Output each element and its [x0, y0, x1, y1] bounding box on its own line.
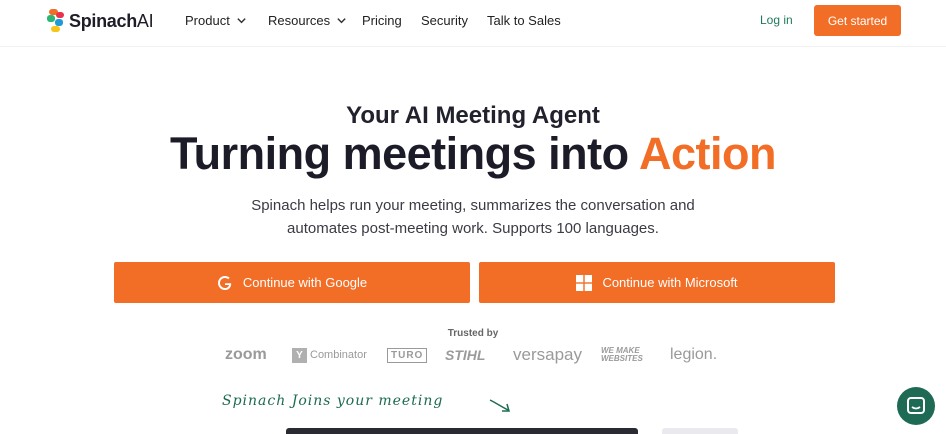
- headline-accent: Action: [638, 128, 777, 179]
- product-preview: [286, 428, 638, 434]
- nav-item-resources[interactable]: Resources: [268, 13, 362, 28]
- chat-icon: [907, 397, 925, 414]
- nav-item-label: Talk to Sales: [487, 13, 561, 28]
- google-button-label: Continue with Google: [242, 275, 368, 290]
- ycombinator-icon: Y: [292, 347, 307, 363]
- product-preview-secondary: [662, 428, 738, 434]
- nav-item-label: Product: [185, 13, 230, 28]
- nav-menu: Product Resources Pricing Security Talk …: [185, 13, 561, 28]
- nav-item-label: Pricing: [362, 13, 402, 28]
- spinach-logo-icon: [47, 9, 65, 33]
- hero-headline: Turning meetings into Action: [0, 128, 946, 180]
- chevron-down-icon: [237, 18, 246, 24]
- top-nav: SpinachAI Product Resources Pricing Secu…: [0, 0, 946, 42]
- headline-text: Turning meetings into: [170, 128, 629, 179]
- logo-ycombinator-text: Combinator: [310, 349, 367, 361]
- arrow-icon: [489, 399, 510, 412]
- logo-versapay: versapay: [513, 345, 582, 364]
- login-link[interactable]: Log in: [760, 13, 793, 27]
- chat-launcher-button[interactable]: [897, 387, 935, 425]
- spinach-joins-caption: Spinach Joins your meeting: [222, 393, 444, 409]
- nav-item-security[interactable]: Security: [421, 13, 487, 28]
- subtext-line-2: automates post-meeting work. Supports 10…: [287, 220, 659, 237]
- logo-turo: TURO: [387, 347, 445, 363]
- chevron-down-icon: [337, 18, 346, 24]
- trusted-by-label: Trusted by: [447, 328, 499, 339]
- nav-item-label: Resources: [268, 13, 331, 28]
- logo-ycombinator: Y Combinator: [292, 347, 387, 363]
- hero-eyebrow: Your AI Meeting Agent: [346, 102, 600, 129]
- microsoft-icon: [576, 274, 593, 291]
- hero-subtext: Spinach helps run your meeting, summariz…: [0, 194, 946, 240]
- nav-item-pricing[interactable]: Pricing: [362, 13, 421, 28]
- logo-legion: legion.: [670, 346, 718, 363]
- google-icon: [217, 275, 232, 290]
- continue-with-microsoft-button[interactable]: Continue with Microsoft: [479, 262, 835, 303]
- brand-logo[interactable]: SpinachAI: [47, 9, 154, 33]
- nav-item-product[interactable]: Product: [185, 13, 268, 28]
- logo-stihl: STIHL: [445, 347, 486, 363]
- logo-turo-text: TURO: [387, 347, 428, 363]
- brand-name: SpinachAI: [69, 10, 154, 32]
- continue-with-google-button[interactable]: Continue with Google: [114, 262, 470, 303]
- microsoft-button-label: Continue with Microsoft: [602, 275, 738, 290]
- logo-we-make-websites: WE MAKE WEBSITES: [601, 346, 643, 363]
- subtext-line-1: Spinach helps run your meeting, summariz…: [251, 197, 695, 214]
- brand-suffix: AI: [136, 10, 154, 31]
- trusted-logos: zoom Y Combinator TURO STIHL versapay WE…: [225, 343, 717, 367]
- get-started-button[interactable]: Get started: [814, 5, 901, 36]
- brand-name-text: Spinach: [69, 10, 137, 31]
- nav-item-talk-to-sales[interactable]: Talk to Sales: [487, 13, 561, 28]
- nav-divider: [0, 46, 946, 47]
- nav-item-label: Security: [421, 13, 468, 28]
- logo-zoom: zoom: [225, 346, 267, 363]
